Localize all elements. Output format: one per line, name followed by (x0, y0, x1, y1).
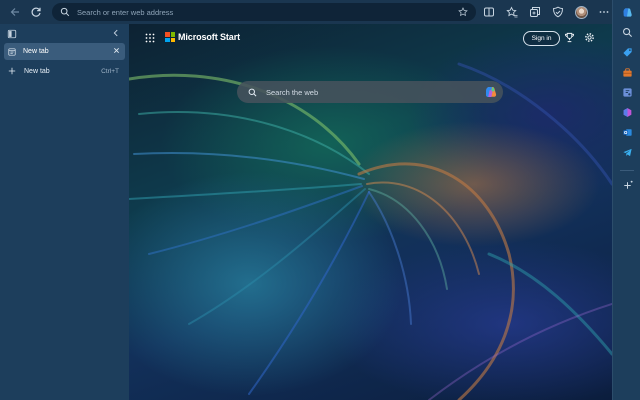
games-icon (622, 87, 632, 97)
split-screen-icon (484, 7, 494, 17)
new-tab-button[interactable]: New tab Ctrl+T (4, 63, 125, 79)
logo-square-blue (165, 37, 170, 42)
tab-actions-icon[interactable] (7, 29, 17, 39)
microsoft-start-logo[interactable]: Microsoft Start (165, 32, 240, 42)
sign-in-button[interactable]: Sign in (523, 31, 560, 46)
favorite-star-icon[interactable] (458, 7, 468, 17)
sidebar-search-button[interactable] (620, 25, 634, 39)
search-placeholder: Search the web (266, 87, 319, 97)
tab-new-tab[interactable]: New tab (4, 43, 125, 60)
browser-essentials-icon (552, 6, 564, 18)
vertical-tabs-pane: New tab New tab Ctrl+T (0, 24, 129, 400)
refresh-button[interactable] (25, 1, 47, 23)
edge-sidebar (612, 0, 640, 400)
tab-label: New tab (23, 48, 49, 55)
refresh-icon (31, 7, 41, 17)
close-icon[interactable] (113, 47, 120, 54)
rewards-trophy-icon[interactable] (564, 32, 575, 43)
outlook-icon (622, 128, 632, 136)
browser-toolbar: Search or enter web address (0, 0, 640, 24)
search-icon (60, 7, 70, 17)
sidebar-add-button[interactable] (620, 178, 634, 192)
search-icon (248, 88, 257, 97)
address-placeholder: Search or enter web address (77, 7, 174, 17)
telegram-icon (622, 148, 632, 156)
copilot-icon (622, 7, 632, 17)
sidebar-outlook-button[interactable] (620, 125, 634, 139)
new-tab-label: New tab (24, 67, 50, 75)
sidebar-microsoft-365-button[interactable] (620, 105, 634, 119)
plus-icon (8, 67, 16, 75)
favorites-icon (506, 6, 518, 18)
brand-name: Microsoft Start (178, 32, 241, 42)
app-launcher-icon[interactable] (145, 33, 155, 43)
collections-button[interactable] (524, 1, 546, 23)
toolbar-right-group (478, 1, 615, 23)
add-icon (623, 180, 633, 189)
sidebar-telegram-button[interactable] (620, 145, 634, 159)
more-icon (599, 11, 609, 13)
microsoft-365-icon (623, 107, 631, 117)
profile-avatar (574, 5, 588, 19)
search-icon (622, 27, 632, 37)
sidebar-games-button[interactable] (620, 85, 634, 99)
copilot-sidebar-button[interactable] (620, 5, 634, 19)
browser-essentials-button[interactable] (547, 1, 569, 23)
web-search-box[interactable]: Search the web (237, 81, 503, 103)
collapse-pane-icon[interactable] (111, 28, 121, 38)
shopping-tag-icon (622, 47, 632, 57)
sidebar-divider (620, 170, 634, 171)
microsoft-logo-icon (165, 32, 175, 42)
tools-icon (622, 67, 632, 77)
logo-square-green (170, 32, 175, 37)
back-icon (10, 8, 19, 16)
copilot-icon[interactable] (484, 85, 498, 99)
logo-square-red (165, 32, 170, 37)
sidebar-shopping-button[interactable] (620, 45, 634, 59)
split-screen-button[interactable] (478, 1, 500, 23)
back-button[interactable] (4, 1, 26, 23)
address-bar[interactable]: Search or enter web address (52, 3, 476, 21)
favorites-button[interactable] (501, 1, 523, 23)
tabs-pane-header (0, 24, 129, 44)
logo-square-yellow (170, 37, 175, 42)
settings-gear-icon[interactable] (584, 32, 595, 43)
new-tab-page: Microsoft Start Sign in Search the web (129, 24, 612, 400)
new-tab-page-icon (8, 47, 16, 56)
new-tab-shortcut: Ctrl+T (101, 67, 119, 75)
collections-icon (530, 7, 540, 17)
profile-button[interactable] (570, 1, 592, 23)
sidebar-tools-button[interactable] (620, 65, 634, 79)
